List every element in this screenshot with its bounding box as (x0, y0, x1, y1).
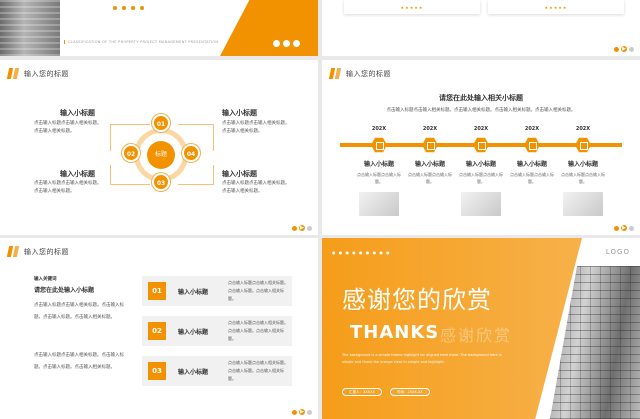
slide-nav[interactable]: ▶ (614, 225, 634, 231)
thanks-ghost-text: 感谢欣赏 (440, 326, 513, 345)
keyword-label: 输入关键词 (34, 277, 57, 282)
photo-documents (461, 192, 501, 216)
presenter-pill: 汇报人：XXXXX (342, 388, 382, 396)
play-icon[interactable]: ▶ (299, 409, 305, 415)
star-rating-icon: ★★★★★ (400, 5, 424, 10)
timeline-item-title: 输入小标题 (516, 161, 547, 168)
slide-four-points[interactable]: 输入您的标题 标题 01 02 03 04 输入小标题 点击输入标题点击输入相关… (0, 60, 318, 235)
block-text: 点击输入标题点击输入相关标题。点击输入相关标题。 (222, 121, 290, 134)
timeline-year: 202X (473, 126, 489, 132)
block-title: 输入小标题 (222, 170, 257, 178)
block-text: 点击输入标题点击输入相关标题。点击输入相关标题。 (222, 181, 290, 194)
header-bar-icon (6, 68, 20, 79)
item-number: 02 (148, 322, 166, 340)
timeline-item-text: 点击输入标题点击输入标题。 (357, 172, 401, 184)
play-icon[interactable]: ▶ (621, 46, 627, 52)
thanks-description: The background is a simple theme highlig… (342, 353, 502, 364)
card-left: ★★★★★ (344, 0, 480, 14)
orange-wedge (220, 0, 318, 56)
timeline-node-icon (473, 137, 489, 153)
block-title: 输入小标题 (222, 109, 257, 117)
date-pill: 时间：20XX.XX (390, 388, 430, 396)
item-title: 输入小标题 (178, 369, 209, 376)
item-title: 输入小标题 (178, 329, 209, 336)
slide-numbered-list[interactable]: 输入您的标题 输入关键词 请您在此处输入小标题 点击输入标题点击输入相关标题。点… (0, 238, 318, 419)
contact-icons (273, 40, 300, 47)
slide-grid: CLASSIFICATION OF THE PROPERTY PROJECT M… (0, 0, 640, 419)
circle-02: 02 (122, 144, 140, 162)
item-text: 点击输入标题点击输入相关标题。点击输入标题。点击输入相关标题。 (228, 360, 288, 381)
star-rating-icon: ★★★★★ (544, 5, 568, 10)
slide-nav[interactable]: ▶ (614, 46, 634, 52)
play-icon (293, 40, 300, 47)
item-title: 输入小标题 (178, 289, 209, 296)
slide-thanks[interactable]: ● ● ● ● ● ● ● ● ● LOGO 感谢您的欣赏 THANKS 感谢欣… (322, 238, 640, 419)
dot-decoration (113, 6, 144, 10)
circle-03: 03 (152, 173, 170, 191)
timeline-node-icon (422, 137, 438, 153)
timeline-year: 202X (422, 126, 438, 132)
item-number: 03 (148, 362, 166, 380)
item-text: 点击输入标题点击输入相关标题。点击输入标题。点击输入相关标题。 (228, 280, 288, 301)
play-icon[interactable]: ▶ (621, 225, 627, 231)
header-bar-icon (328, 68, 342, 79)
timeline-year: 202X (524, 126, 540, 132)
slide-timeline[interactable]: 输入您的标题 请您在此处输入相关小标题 点击输入标题点击输入相关标题。点击输入相… (322, 60, 640, 235)
timeline-node-icon (371, 137, 387, 153)
thanks-english: THANKS (350, 322, 440, 343)
timeline-year: 202X (371, 126, 387, 132)
timeline-item-text: 点击输入标题点击输入标题。 (459, 172, 503, 184)
paragraph: 点击输入标题点击输入相关标题。点击输入标题。点击输入标题。点击输入相关标题。 (34, 353, 124, 370)
timeline-subtitle: 点击输入标题点击输入相关标题。点击输入相关标题。点击输入相关标题。点击输入相关标… (386, 108, 576, 113)
photo-keyboard (359, 192, 399, 216)
card-right: ★★★★★ (488, 0, 624, 14)
slide-header-title: 输入您的标题 (24, 70, 69, 78)
logo: LOGO (605, 248, 630, 256)
timeline-node-icon (575, 137, 591, 153)
timeline-item-text: 点击输入标题点击输入标题。 (510, 172, 554, 184)
circle-01: 01 (152, 114, 170, 132)
paragraph: 点击输入标题点击输入相关标题。点击输入标题。点击输入标题。点击输入相关标题。 (34, 303, 124, 320)
timeline-item-title: 输入小标题 (363, 161, 394, 168)
header-bar-icon (6, 246, 20, 257)
item-text: 点击输入标题点击输入相关标题。点击输入标题。点击输入相关标题。 (228, 320, 288, 341)
slide-nav[interactable]: ▶ (292, 409, 312, 415)
slide-cards-partial[interactable]: ★★★★★ ★★★★★ ▶ (322, 0, 640, 56)
building-photo (0, 0, 60, 56)
list-item: 02 输入小标题 点击输入标题点击输入相关标题。点击输入标题。点击输入相关标题。 (142, 316, 292, 346)
slide-cover-partial[interactable]: CLASSIFICATION OF THE PROPERTY PROJECT M… (0, 0, 318, 56)
timeline-item-title: 输入小标题 (567, 161, 598, 168)
circle-04: 04 (182, 144, 200, 162)
block-text: 点击输入标题点击输入相关标题。点击输入相关标题。 (34, 121, 102, 134)
timeline-item-title: 输入小标题 (465, 161, 496, 168)
timeline-title: 请您在此处输入相关小标题 (439, 94, 523, 102)
list-item: 03 输入小标题 点击输入标题点击输入相关标题。点击输入标题。点击输入相关标题。 (142, 356, 292, 386)
user-icon (273, 40, 280, 47)
section-heading: 请您在此处输入小标题 (34, 287, 95, 294)
center-circle: 标题 (147, 141, 175, 169)
timeline-item-text: 点击输入标题点击输入标题。 (561, 172, 605, 184)
photo-notebook (563, 192, 603, 216)
time-icon (283, 40, 290, 47)
timeline-item-text: 点击输入标题点击输入标题。 (408, 172, 452, 184)
cover-subtitle: CLASSIFICATION OF THE PROPERTY PROJECT M… (64, 40, 218, 44)
list-item: 01 输入小标题 点击输入标题点击输入相关标题。点击输入标题。点击输入相关标题。 (142, 276, 292, 306)
timeline-year: 202X (575, 126, 591, 132)
block-title: 输入小标题 (60, 170, 95, 178)
slide-nav[interactable]: ▶ (292, 225, 312, 231)
timeline-item-title: 输入小标题 (414, 161, 445, 168)
block-title: 输入小标题 (60, 109, 95, 117)
item-number: 01 (148, 282, 166, 300)
block-text: 点击输入标题点击输入相关标题。点击输入相关标题。 (34, 181, 102, 194)
timeline-node-icon (524, 137, 540, 153)
play-icon[interactable]: ▶ (299, 225, 305, 231)
slide-header-title: 输入您的标题 (24, 248, 69, 256)
dot-decoration: ● ● ● ● ● ● ● ● ● (332, 250, 391, 255)
thanks-title: 感谢您的欣赏 (342, 286, 492, 314)
slide-header-title: 输入您的标题 (346, 70, 391, 78)
